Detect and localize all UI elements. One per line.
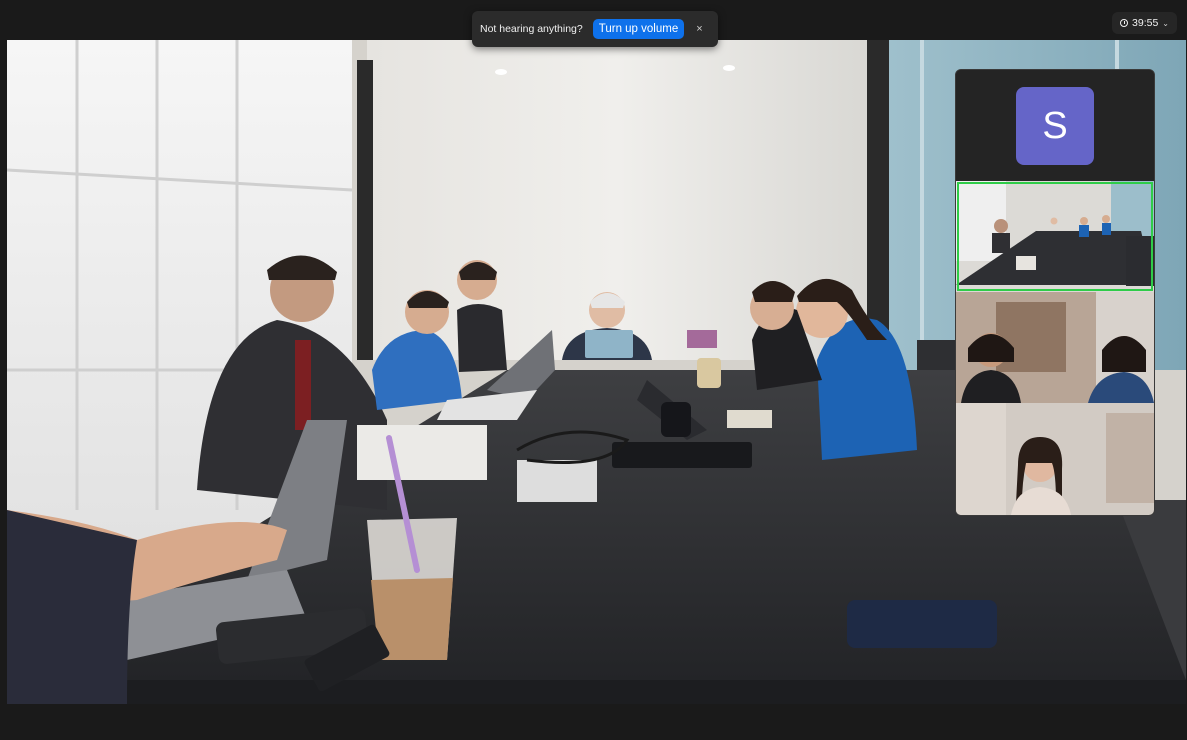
- close-icon[interactable]: ×: [694, 23, 704, 35]
- participant-video-home: [956, 403, 1154, 515]
- participant-gallery: S: [955, 69, 1155, 516]
- meeting-window: Not hearing anything? Turn up volume × 3…: [0, 0, 1187, 740]
- participant-video-room: [956, 181, 1154, 292]
- audio-notice-text: Not hearing anything?: [480, 23, 583, 35]
- bottom-bar: [0, 704, 1187, 740]
- participant-tile[interactable]: [956, 403, 1154, 515]
- turn-up-volume-button[interactable]: Turn up volume: [592, 19, 685, 39]
- chevron-down-icon: ⌄: [1162, 18, 1169, 28]
- avatar: S: [1016, 87, 1094, 165]
- participant-tile-avatar[interactable]: S: [956, 70, 1154, 181]
- participant-tile[interactable]: [956, 292, 1154, 403]
- audio-notice: Not hearing anything? Turn up volume ×: [472, 11, 718, 47]
- participant-tile-active-speaker[interactable]: [956, 181, 1154, 292]
- participant-video-office: [956, 292, 1154, 403]
- meeting-timer[interactable]: 39:55 ⌄: [1112, 12, 1177, 34]
- top-bar: Not hearing anything? Turn up volume × 3…: [0, 0, 1187, 47]
- meeting-timer-value: 39:55: [1132, 17, 1159, 29]
- clock-icon: [1120, 19, 1129, 27]
